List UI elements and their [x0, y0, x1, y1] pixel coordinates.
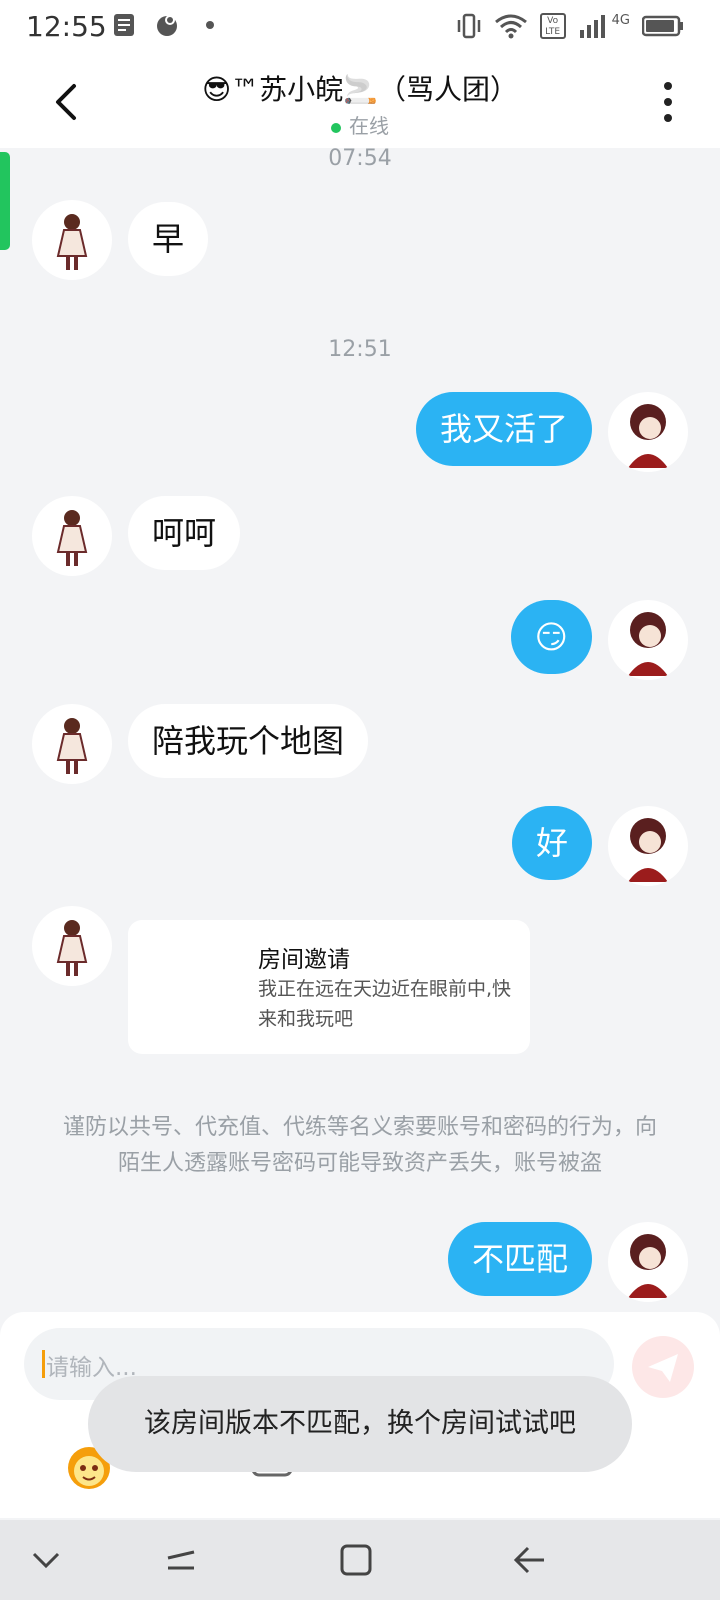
status-time: 12:55 — [26, 10, 107, 43]
message-incoming[interactable]: 早 — [128, 202, 209, 276]
avatar-self[interactable] — [608, 392, 688, 472]
avatar-contact[interactable] — [32, 200, 112, 280]
battery-icon — [642, 15, 683, 37]
dot-icon — [206, 21, 214, 29]
avatar-contact[interactable] — [32, 906, 112, 986]
avatar-contact[interactable] — [32, 496, 112, 576]
nav-back-icon[interactable] — [508, 1538, 552, 1582]
text-caret — [42, 1350, 45, 1378]
message-incoming[interactable]: 呵呵 — [128, 496, 241, 570]
chat-header: 😎™苏小皖🚬（骂人团） 在线 — [0, 56, 720, 148]
message-outgoing[interactable]: 😏 — [510, 600, 592, 674]
network-label: 4G — [611, 12, 630, 28]
room-invite-card[interactable]: 房间邀请 我正在远在天边近在眼前中,快来和我玩吧 — [128, 920, 530, 1054]
chevron-down-icon[interactable] — [24, 1538, 68, 1582]
online-status-label: 在线 — [349, 114, 389, 138]
message-outgoing[interactable]: 好 — [511, 806, 592, 880]
avatar-self[interactable] — [608, 1222, 688, 1302]
chat-title: 😎™苏小皖🚬（骂人团） — [201, 73, 519, 106]
online-dot — [331, 122, 341, 133]
avatar-contact[interactable] — [32, 704, 112, 784]
app-icon — [157, 15, 177, 36]
notes-icon — [114, 14, 134, 36]
security-warning: 谨防以共号、代充值、代练等名义索要账号和密码的行为，向陌生人透露账号密码可能导致… — [62, 1115, 657, 1176]
message-outgoing[interactable]: 不匹配 — [447, 1222, 592, 1296]
message-incoming[interactable]: 陪我玩个地图 — [128, 704, 369, 778]
avatar-self[interactable] — [608, 600, 688, 680]
send-icon — [648, 1354, 678, 1382]
online-status: 在线 — [0, 110, 720, 139]
more-icon[interactable] — [662, 82, 674, 122]
volte-icon: Vo LTE — [539, 13, 566, 39]
toast-message: 该房间版本不匹配，换个房间试试吧 — [88, 1376, 632, 1472]
wifi-icon — [494, 14, 527, 39]
avatar-self[interactable] — [608, 806, 688, 886]
invite-title: 房间邀请 — [258, 947, 350, 973]
message-outgoing[interactable]: 我又活了 — [415, 392, 592, 466]
vibrate-icon — [457, 13, 480, 39]
recents-icon[interactable] — [160, 1538, 204, 1582]
timestamp: 12:51 — [328, 337, 392, 362]
home-icon[interactable] — [334, 1538, 378, 1582]
invite-text: 我正在远在天边近在眼前中,快来和我玩吧 — [258, 978, 512, 1030]
system-nav-bar — [0, 1520, 720, 1600]
timestamp: 07:54 — [328, 146, 392, 171]
status-bar: 12:55 Vo LTE 4G — [0, 0, 720, 56]
send-button[interactable] — [632, 1336, 694, 1398]
signal-icon — [579, 15, 605, 38]
